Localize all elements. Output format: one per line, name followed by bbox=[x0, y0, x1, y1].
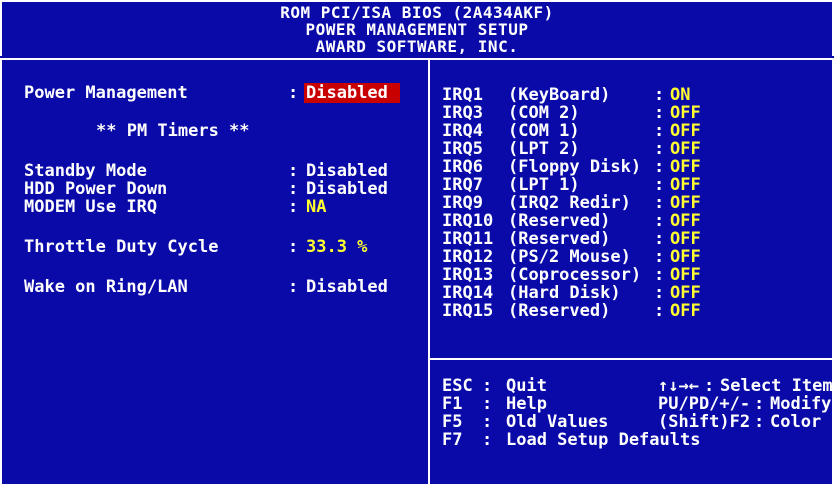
colon: : bbox=[654, 301, 665, 321]
modem-use-irq-value[interactable]: NA bbox=[306, 198, 326, 216]
f7-text: Load Setup Defaults bbox=[506, 430, 701, 450]
irq-number: IRQ10 bbox=[442, 211, 494, 231]
f7-key: F7 bbox=[442, 430, 463, 450]
irq-device: (Floppy Disk) bbox=[508, 157, 642, 177]
select-item-text: Select Item bbox=[720, 376, 833, 396]
f1-text: Help bbox=[506, 394, 547, 414]
vendor-name: AWARD SOFTWARE, INC. bbox=[315, 37, 519, 56]
irq-value[interactable]: OFF bbox=[670, 140, 701, 158]
colon: : bbox=[288, 83, 299, 103]
modify-text: Modify bbox=[770, 394, 832, 414]
colon: : bbox=[288, 277, 299, 297]
irq-device: (LPT 2) bbox=[508, 139, 580, 159]
esc-text: Quit bbox=[506, 376, 547, 396]
color-text: Color bbox=[770, 412, 822, 432]
standby-mode-label: Standby Mode bbox=[24, 161, 147, 181]
irq-device: (Hard Disk) bbox=[508, 283, 621, 303]
irq-value[interactable]: OFF bbox=[670, 122, 701, 140]
irq-device: (PS/2 Mouse) bbox=[508, 247, 631, 267]
panel-divider bbox=[428, 60, 430, 484]
pm-timers-heading: ** PM Timers ** bbox=[96, 121, 250, 141]
power-management-label: Power Management bbox=[24, 83, 188, 103]
irq-number: IRQ12 bbox=[442, 247, 494, 267]
colon: : bbox=[482, 430, 493, 450]
irq-device: (Coprocessor) bbox=[508, 265, 642, 285]
power-management-option[interactable]: Disabled bbox=[304, 83, 400, 103]
bios-title: ROM PCI/ISA BIOS (2A434AKF) bbox=[280, 3, 554, 22]
irq-value[interactable]: OFF bbox=[670, 104, 701, 122]
colon: : bbox=[754, 412, 765, 432]
wake-on-ring-lan-label: Wake on Ring/LAN bbox=[24, 277, 188, 297]
irq-device: (COM 1) bbox=[508, 121, 580, 141]
irq-number: IRQ11 bbox=[442, 229, 494, 249]
setup-title: POWER MANAGEMENT SETUP bbox=[305, 20, 529, 39]
irq-value[interactable]: OFF bbox=[670, 194, 701, 212]
colon: : bbox=[288, 197, 299, 217]
irq-value[interactable]: OFF bbox=[670, 158, 701, 176]
f5-text: Old Values bbox=[506, 412, 609, 432]
colon: : bbox=[482, 376, 493, 396]
irq-number: IRQ1 bbox=[442, 85, 483, 105]
power-management-value[interactable]: Disabled bbox=[304, 83, 400, 103]
modify-keys: PU/PD/+/- bbox=[658, 394, 751, 414]
irq-number: IRQ4 bbox=[442, 121, 483, 141]
colon: : bbox=[654, 85, 665, 105]
colon: : bbox=[654, 247, 665, 267]
throttle-duty-cycle-value[interactable]: 33.3 % bbox=[306, 238, 367, 256]
irq-value[interactable]: OFF bbox=[670, 248, 701, 266]
colon: : bbox=[654, 103, 665, 123]
colon: : bbox=[654, 139, 665, 159]
irq-device: (Reserved) bbox=[508, 211, 611, 231]
irq-number: IRQ6 bbox=[442, 157, 483, 177]
irq-device: (COM 2) bbox=[508, 103, 580, 123]
colon: : bbox=[654, 175, 665, 195]
irq-device: (Reserved) bbox=[508, 229, 611, 249]
irq-device: (KeyBoard) bbox=[508, 85, 611, 105]
colon: : bbox=[704, 376, 715, 396]
colon: : bbox=[654, 229, 665, 249]
modem-use-irq-label: MODEM Use IRQ bbox=[24, 197, 158, 217]
select-arrow-keys: ↑↓→← bbox=[658, 376, 699, 396]
standby-mode-value[interactable]: Disabled bbox=[306, 162, 388, 180]
irq-value[interactable]: OFF bbox=[670, 302, 701, 320]
colon: : bbox=[654, 211, 665, 231]
f1-key: F1 bbox=[442, 394, 463, 414]
irq-value[interactable]: ON bbox=[670, 86, 690, 104]
irq-number: IRQ7 bbox=[442, 175, 483, 195]
irq-number: IRQ15 bbox=[442, 301, 494, 321]
colon: : bbox=[288, 161, 299, 181]
irq-value[interactable]: OFF bbox=[670, 266, 701, 284]
colon: : bbox=[654, 157, 665, 177]
esc-key: ESC bbox=[442, 376, 473, 396]
irq-device: (IRQ2 Redir) bbox=[508, 193, 631, 213]
hdd-power-down-value[interactable]: Disabled bbox=[306, 180, 388, 198]
irq-value[interactable]: OFF bbox=[670, 176, 701, 194]
hdd-power-down-label: HDD Power Down bbox=[24, 179, 168, 199]
irq-device: (LPT 1) bbox=[508, 175, 580, 195]
irq-number: IRQ9 bbox=[442, 193, 483, 213]
irq-number: IRQ14 bbox=[442, 283, 494, 303]
irq-value[interactable]: OFF bbox=[670, 230, 701, 248]
irq-number: IRQ5 bbox=[442, 139, 483, 159]
help-divider bbox=[430, 358, 832, 360]
irq-value[interactable]: OFF bbox=[670, 212, 701, 230]
irq-value[interactable]: OFF bbox=[670, 284, 701, 302]
colon: : bbox=[482, 394, 493, 414]
irq-number: IRQ3 bbox=[442, 103, 483, 123]
colon: : bbox=[754, 394, 765, 414]
wake-on-ring-lan-value[interactable]: Disabled bbox=[306, 278, 388, 296]
colon: : bbox=[654, 193, 665, 213]
throttle-duty-cycle-label: Throttle Duty Cycle bbox=[24, 237, 219, 257]
irq-number: IRQ13 bbox=[442, 265, 494, 285]
colon: : bbox=[654, 283, 665, 303]
f5-key: F5 bbox=[442, 412, 463, 432]
colon: : bbox=[654, 265, 665, 285]
colon: : bbox=[654, 121, 665, 141]
irq-device: (Reserved) bbox=[508, 301, 611, 321]
colon: : bbox=[288, 179, 299, 199]
color-keys: (Shift)F2 bbox=[658, 412, 751, 432]
colon: : bbox=[482, 412, 493, 432]
colon: : bbox=[288, 237, 299, 257]
